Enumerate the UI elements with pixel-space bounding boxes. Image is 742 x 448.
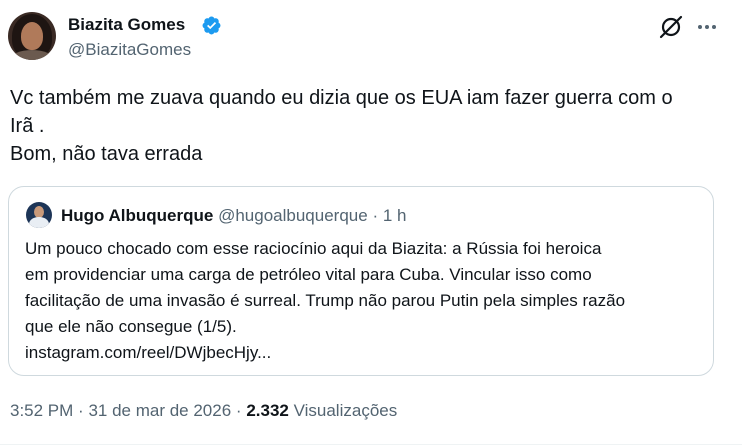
tweet-container: Biazita Gomes @BiazitaGomes Vc também me… [0,0,742,448]
verified-badge-icon [202,16,221,35]
quoted-avatar-body [29,217,49,228]
avatar-face [21,22,43,50]
bottom-divider [0,444,742,445]
quoted-tweet-header: Hugo Albuquerque @hugoalbuquerque · 1 h [61,206,406,226]
author-avatar[interactable] [8,12,56,60]
tweet-line: Vc também me zuava quando eu dizia que o… [10,87,673,109]
tweet-footer: 3:52 PM · 31 de mar de 2026 · 2.332 Visu… [10,400,397,422]
quoted-meta-separator: · [372,206,379,225]
footer-separator: · [235,401,242,420]
footer-separator: · [78,401,84,420]
quoted-tweet-line: Um pouco chocado com esse raciocínio aqu… [25,239,602,258]
author-handle[interactable]: @BiazitaGomes [68,39,191,61]
author-name[interactable]: Biazita Gomes [68,14,185,36]
quoted-author-name[interactable]: Hugo Albuquerque [61,206,213,225]
tweet-text: Vc também me zuava quando eu dizia que o… [10,84,730,168]
quoted-tweet-line: em providenciar uma carga de petróleo vi… [25,265,592,284]
quoted-tweet-line: facilitação de uma invasão é surreal. Tr… [25,291,626,310]
quoted-author-handle[interactable]: @hugoalbuquerque [218,206,368,225]
views-count: 2.332 [246,401,289,420]
quoted-tweet-link[interactable]: instagram.com/reel/DWjbecHjy... [25,340,705,366]
grok-slash-icon[interactable] [658,14,684,40]
tweet-date[interactable]: 31 de mar de 2026 [88,401,231,420]
tweet-time[interactable]: 3:52 PM [10,401,73,420]
quoted-tweet-line: que ele não consegue (1/5). [25,317,237,336]
more-dots-icon[interactable] [696,16,718,38]
quoted-tweet-text: Um pouco chocado com esse raciocínio aqu… [25,236,705,366]
quoted-author-avatar[interactable] [26,202,52,228]
views-label: Visualizações [293,401,398,420]
tweet-line: Bom, não tava errada [10,143,203,165]
quoted-tweet-card[interactable]: Hugo Albuquerque @hugoalbuquerque · 1 h … [8,186,714,376]
tweet-line: Irã . [10,115,45,137]
quoted-timestamp[interactable]: 1 h [383,206,407,225]
